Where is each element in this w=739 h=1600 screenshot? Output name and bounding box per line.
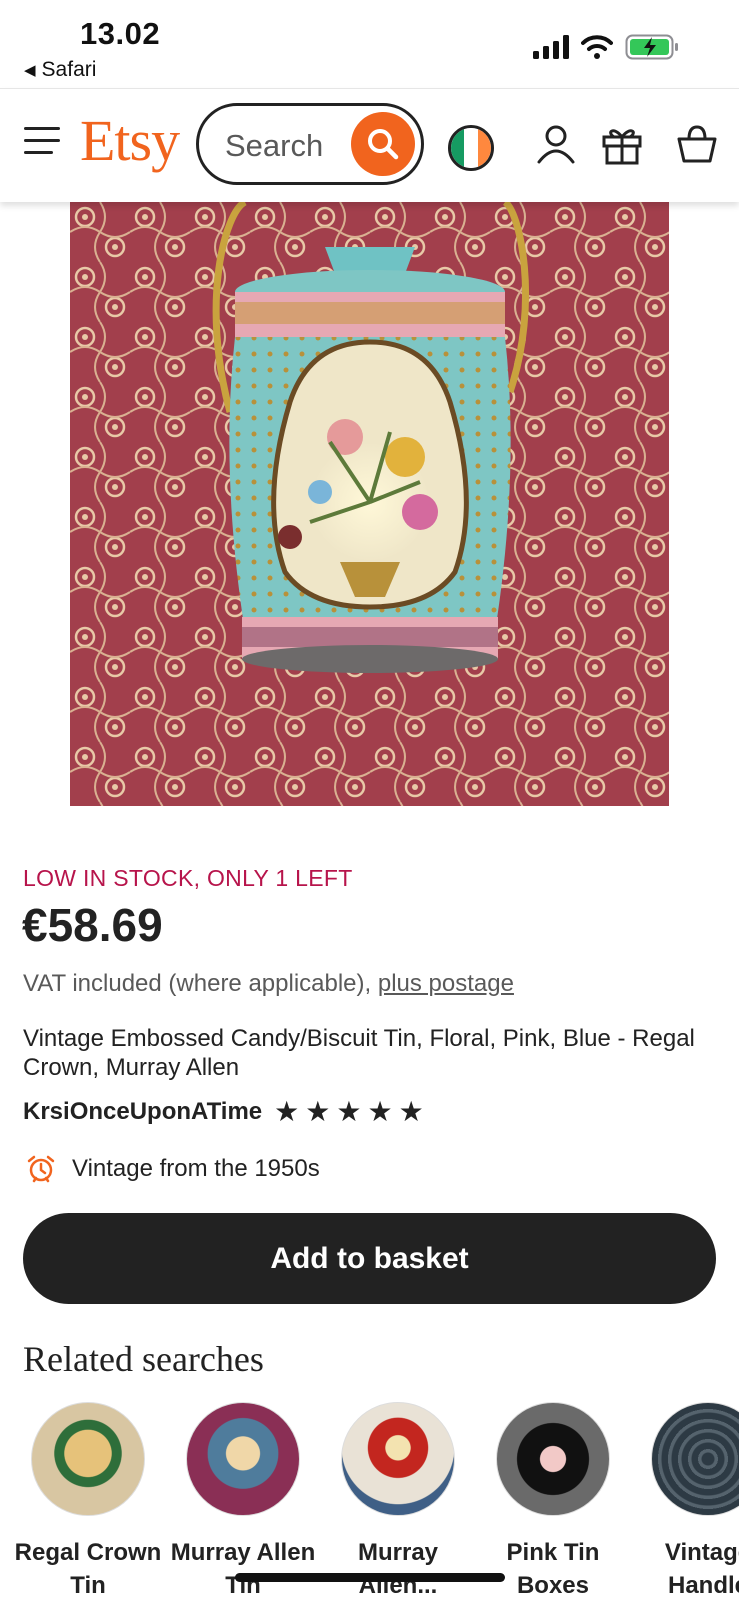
signal-icon <box>533 35 569 59</box>
gift-icon[interactable] <box>600 122 644 166</box>
related-item-label: Vintage Handle <box>664 1539 739 1599</box>
related-thumbnail <box>651 1402 739 1516</box>
back-triangle-icon: ◀ <box>24 62 36 79</box>
wifi-icon <box>581 35 613 59</box>
star-icon: ★ <box>336 1096 362 1127</box>
product-title: Vintage Embossed Candy/Biscuit Tin, Flor… <box>23 1025 695 1081</box>
related-item-label: Murray Allen Tin <box>170 1539 316 1599</box>
vintage-row: Vintage from the 1950s <box>26 1154 320 1184</box>
star-icon: ★ <box>367 1096 393 1127</box>
stock-notice: LOW IN STOCK, ONLY 1 LEFT <box>23 865 353 891</box>
ireland-flag-icon[interactable] <box>448 125 494 171</box>
related-item-label: Murray Allen... <box>357 1539 439 1599</box>
seller-name-link[interactable]: KrsiOnceUponATime <box>23 1098 262 1126</box>
related-thumbnail <box>341 1402 455 1516</box>
search-input[interactable]: Search <box>196 103 424 185</box>
product-photo-tin <box>70 202 669 806</box>
search-placeholder: Search <box>225 128 324 163</box>
add-to-basket-button[interactable]: Add to basket <box>23 1213 716 1304</box>
plus-postage-link[interactable]: plus postage <box>378 970 514 997</box>
etsy-logo[interactable]: Etsy <box>80 107 180 174</box>
related-thumbnail <box>496 1402 610 1516</box>
site-header: Etsy Search <box>0 88 739 202</box>
product-image[interactable] <box>70 202 669 806</box>
star-icon: ★ <box>398 1096 424 1127</box>
hamburger-menu-icon[interactable] <box>24 127 60 157</box>
rating-stars: ★ ★ ★ ★ ★ <box>274 1098 424 1126</box>
star-icon: ★ <box>274 1096 300 1127</box>
vat-info: VAT included (where applicable), plus po… <box>23 970 514 998</box>
star-icon: ★ <box>305 1096 331 1127</box>
related-item-murray-allen[interactable]: Murray Allen... <box>323 1402 473 1600</box>
status-time: 13.02 <box>80 16 161 51</box>
basket-icon[interactable] <box>675 122 719 166</box>
product-price: €58.69 <box>22 899 163 951</box>
related-searches-list: Regal Crown Tin Murray Allen Tin Murray … <box>0 1402 739 1600</box>
search-button[interactable] <box>351 112 415 176</box>
home-indicator[interactable] <box>235 1573 505 1582</box>
search-icon <box>368 129 399 160</box>
battery-charging-icon <box>625 34 678 60</box>
status-icons <box>533 34 679 60</box>
related-item-label: Regal Crown Tin <box>14 1539 162 1599</box>
related-item-murray-allen-tin[interactable]: Murray Allen Tin <box>168 1402 318 1600</box>
related-item-pink-tin-boxes[interactable]: Pink Tin Boxes <box>478 1402 628 1600</box>
back-to-app-link[interactable]: ◀ Safari <box>24 58 96 82</box>
vat-text: VAT included (where applicable), <box>23 970 378 997</box>
related-thumbnail <box>31 1402 145 1516</box>
back-app-label: Safari <box>41 58 97 81</box>
related-searches-heading: Related searches <box>23 1339 264 1379</box>
related-thumbnail <box>186 1402 300 1516</box>
related-item-regal-crown-tin[interactable]: Regal Crown Tin <box>13 1402 163 1600</box>
related-item-label: Pink Tin Boxes <box>506 1539 600 1599</box>
status-bar: 13.02 ◀ Safari <box>0 0 739 88</box>
vintage-note: Vintage from the 1950s <box>72 1155 320 1182</box>
alarm-clock-icon <box>27 1155 55 1183</box>
related-item-vintage-handle[interactable]: Vintage Handle <box>633 1402 739 1600</box>
seller-row: KrsiOnceUponATime ★ ★ ★ ★ ★ <box>23 1098 424 1126</box>
account-icon[interactable] <box>534 122 578 166</box>
